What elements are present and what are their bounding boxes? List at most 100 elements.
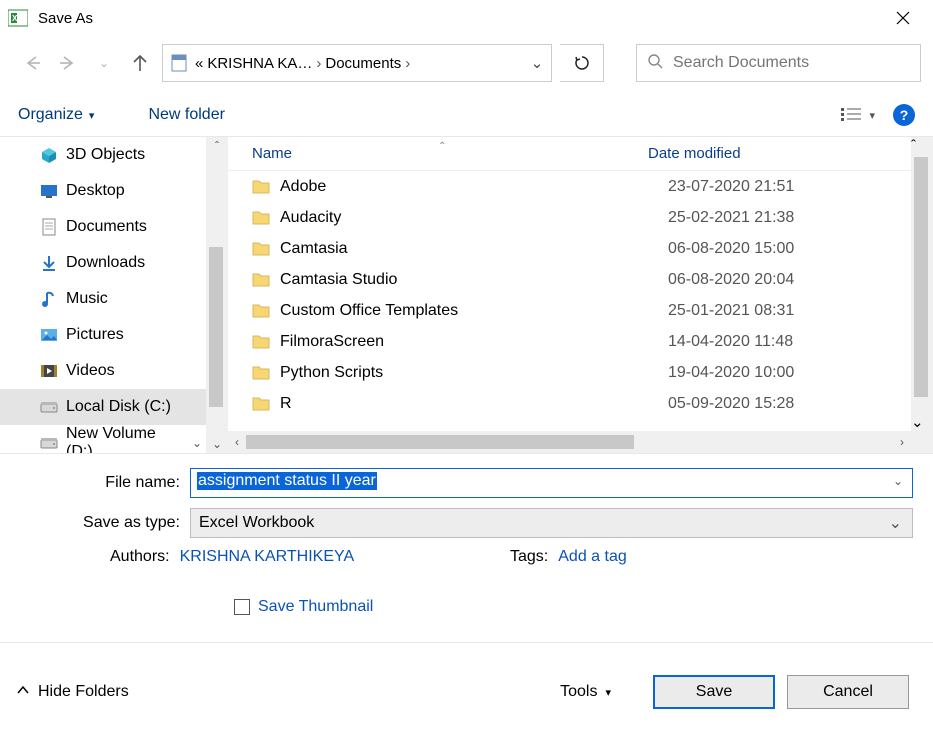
scroll-right-arrow[interactable]: ›	[893, 431, 911, 453]
tree-item-downloads[interactable]: Downloads	[0, 245, 206, 281]
file-name: Custom Office Templates	[280, 302, 668, 320]
up-button[interactable]	[126, 49, 154, 77]
file-list[interactable]: Adobe23-07-2020 21:51Audacity25-02-2021 …	[228, 171, 911, 431]
scroll-down-arrow[interactable]: ⌄	[911, 413, 933, 431]
organize-button[interactable]: Organize ▾	[18, 106, 94, 124]
download-icon	[40, 254, 58, 272]
tree-item-label: New Volume (D:)	[66, 425, 184, 453]
new-folder-button[interactable]: New folder	[148, 106, 224, 124]
breadcrumb-seg1[interactable]: KRISHNA KA…	[207, 55, 312, 72]
file-name: Python Scripts	[280, 364, 668, 382]
file-date: 25-02-2021 21:38	[668, 209, 794, 227]
videos-icon	[40, 362, 58, 380]
desktop-icon	[40, 182, 58, 200]
tree-item-3d-objects[interactable]: 3D Objects	[0, 137, 206, 173]
file-name: FilmoraScreen	[280, 333, 668, 351]
pictures-icon	[40, 326, 58, 344]
help-button[interactable]: ?	[893, 104, 915, 126]
close-button[interactable]	[881, 0, 925, 36]
file-row[interactable]: Camtasia Studio06-08-2020 20:04	[228, 264, 911, 295]
chevron-down-icon: ▾	[869, 109, 875, 122]
file-date: 19-04-2020 10:00	[668, 364, 794, 382]
scroll-thumb[interactable]	[209, 247, 223, 407]
breadcrumb[interactable]: « KRISHNA KA… › Documents ›	[195, 55, 410, 72]
tree-item-videos[interactable]: Videos	[0, 353, 206, 389]
file-row[interactable]: Custom Office Templates25-01-2021 08:31	[228, 295, 911, 326]
column-date[interactable]: Date modified	[648, 145, 868, 162]
file-row[interactable]: R05-09-2020 15:28	[228, 388, 911, 419]
tools-button[interactable]: Tools ▾	[560, 683, 611, 701]
address-bar[interactable]: « KRISHNA KA… › Documents › ⌄	[162, 44, 552, 82]
breadcrumb-seg2[interactable]: Documents	[325, 55, 401, 72]
chevron-down-icon: ▾	[605, 686, 611, 699]
file-row[interactable]: FilmoraScreen14-04-2020 11:48	[228, 326, 911, 357]
save-thumbnail-row: Save Thumbnail	[234, 598, 913, 616]
scroll-up-arrow[interactable]: ˆ	[206, 137, 228, 155]
tree-item-label: 3D Objects	[66, 146, 145, 164]
file-name: Adobe	[280, 178, 668, 196]
save-button[interactable]: Save	[653, 675, 775, 709]
save-thumbnail-label[interactable]: Save Thumbnail	[258, 598, 373, 616]
file-row[interactable]: Python Scripts19-04-2020 10:00	[228, 357, 911, 388]
filename-label: File name:	[20, 474, 190, 492]
save-form: File name: assignment status II year ⌄ S…	[0, 454, 933, 624]
chevron-down-icon[interactable]: ⌄	[893, 474, 903, 488]
svg-text:X: X	[12, 14, 18, 23]
tree-item-local-disk-c-[interactable]: Local Disk (C:)	[0, 389, 206, 425]
tags-value[interactable]: Add a tag	[558, 548, 627, 566]
search-box[interactable]	[636, 44, 921, 82]
navbar: ⌄ « KRISHNA KA… › Documents › ⌄	[0, 36, 933, 94]
search-input[interactable]	[673, 54, 910, 72]
disk-icon	[40, 398, 58, 416]
hide-folders-button[interactable]: Hide Folders	[16, 683, 129, 702]
tree-item-new-volume-d-[interactable]: New Volume (D:)⌄	[0, 425, 206, 453]
window-title: Save As	[38, 10, 881, 27]
chevron-down-icon: ▾	[89, 109, 95, 122]
tree-item-music[interactable]: Music	[0, 281, 206, 317]
back-button[interactable]	[18, 49, 46, 77]
file-date: 25-01-2021 08:31	[668, 302, 794, 320]
folder-icon	[252, 240, 272, 258]
sort-asc-icon: ⌃	[438, 141, 446, 152]
footer: Hide Folders Tools ▾ Save Cancel	[0, 642, 933, 719]
scroll-up-arrow[interactable]: ˆ	[911, 137, 933, 154]
folder-icon	[252, 178, 272, 196]
address-dropdown[interactable]: ⌄	[527, 54, 547, 72]
folder-icon	[252, 364, 272, 382]
file-date: 23-07-2020 21:51	[668, 178, 794, 196]
tree-item-label: Desktop	[66, 182, 125, 200]
save-thumbnail-checkbox[interactable]	[234, 599, 250, 615]
view-button[interactable]: ▾	[841, 106, 875, 124]
file-row[interactable]: Adobe23-07-2020 21:51	[228, 171, 911, 202]
cancel-button[interactable]: Cancel	[787, 675, 909, 709]
folder-icon	[252, 271, 272, 289]
authors-value[interactable]: KRISHNA KARTHIKEYA	[180, 548, 355, 566]
file-scrollbar[interactable]: ˆ ⌄	[911, 137, 933, 453]
file-row[interactable]: Camtasia06-08-2020 15:00	[228, 233, 911, 264]
tree-item-desktop[interactable]: Desktop	[0, 173, 206, 209]
file-row[interactable]: Audacity25-02-2021 21:38	[228, 202, 911, 233]
nav-tree[interactable]: 3D Objects Desktop Documents Downloads Music…	[0, 137, 206, 453]
recent-dropdown[interactable]: ⌄	[90, 49, 118, 77]
cube-icon	[40, 146, 58, 164]
tags-label: Tags:	[510, 548, 548, 566]
tree-item-documents[interactable]: Documents	[0, 209, 206, 245]
tree-item-label: Downloads	[66, 254, 145, 272]
savetype-combo[interactable]: Excel Workbook ⌄	[190, 508, 913, 538]
horizontal-scrollbar[interactable]: ‹ ›	[228, 431, 911, 453]
location-icon	[171, 54, 189, 72]
file-date: 14-04-2020 11:48	[668, 333, 793, 351]
column-name[interactable]: ⌃ Name	[228, 145, 648, 162]
filename-input[interactable]	[190, 468, 913, 498]
nav-scrollbar[interactable]: ˆ ⌄	[206, 137, 228, 453]
tree-item-pictures[interactable]: Pictures	[0, 317, 206, 353]
refresh-button[interactable]	[560, 44, 604, 82]
folder-icon	[252, 395, 272, 413]
forward-button[interactable]	[54, 49, 82, 77]
breadcrumb-prefix: «	[195, 55, 203, 72]
scroll-left-arrow[interactable]: ‹	[228, 431, 246, 453]
scroll-thumb[interactable]	[914, 157, 928, 397]
scroll-down-arrow[interactable]: ⌄	[206, 435, 228, 453]
folder-icon	[252, 333, 272, 351]
scroll-thumb[interactable]	[246, 435, 634, 449]
